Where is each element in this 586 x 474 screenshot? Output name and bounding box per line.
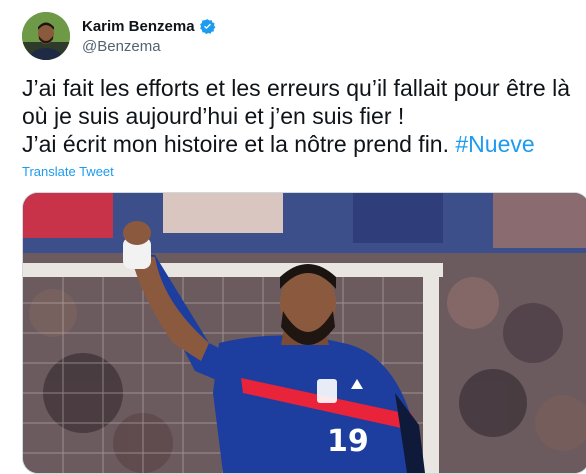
hashtag-link[interactable]: #Nueve xyxy=(455,131,534,157)
tweet-media-photo[interactable]: 19 xyxy=(22,192,586,474)
avatar[interactable] xyxy=(22,12,70,60)
tweet-header: Karim Benzema @Benzema xyxy=(22,12,216,60)
photo-illustration: 19 xyxy=(23,193,586,473)
name-row: Karim Benzema xyxy=(82,18,216,35)
tweet-text-line-1: J’ai fait les efforts et les erreurs qu’… xyxy=(22,75,570,101)
translate-tweet-link[interactable]: Translate Tweet xyxy=(22,164,114,179)
tweet-text: J’ai fait les efforts et les erreurs qu’… xyxy=(22,74,586,158)
verified-badge-icon xyxy=(199,18,215,34)
jersey-number: 19 xyxy=(327,424,369,459)
tweet-text-line-2: où je suis aujourd’hui et j’en suis fier… xyxy=(22,103,405,129)
tweet-text-line-3: J’ai écrit mon histoire et la nôtre pren… xyxy=(22,130,586,158)
display-name[interactable]: Karim Benzema xyxy=(82,18,195,35)
author-handle[interactable]: @Benzema xyxy=(82,38,216,55)
author-names: Karim Benzema @Benzema xyxy=(82,18,216,55)
tweet-text-line-3-body: J’ai écrit mon histoire et la nôtre pren… xyxy=(22,131,456,157)
